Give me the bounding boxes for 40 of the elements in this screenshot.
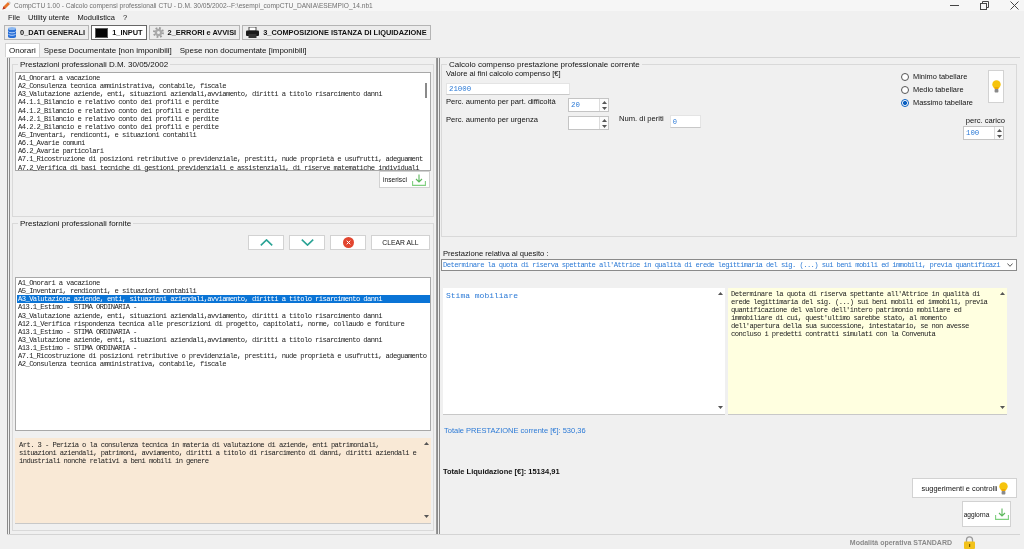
gear-icon [152,27,164,38]
service-text: Stima mobiliare [445,290,518,302]
tab[interactable]: Spese non documentate [imponibili] [175,43,311,57]
radio-button[interactable] [901,99,909,107]
group-title: Calcolo compenso prestazione professionale corrente [448,60,641,69]
download-icon [411,173,426,186]
download-icon [995,508,1010,520]
chevron-up-icon [259,239,273,246]
group-title: Prestazioni professionali D.M. 30/05/2002 [19,60,170,69]
chevron-down-icon [300,239,314,246]
radio-button[interactable] [901,86,909,94]
printer-icon [246,27,260,38]
lock-icon [964,535,975,549]
delete-icon [342,237,354,248]
pen-icon [2,1,11,10]
restore-icon[interactable] [980,1,989,10]
arrow-down-icon[interactable] [423,515,429,518]
tab[interactable]: Spese Documentate [non imponibili] [39,43,176,57]
caret-down-icon [1007,263,1013,267]
list-box[interactable] [15,277,431,431]
lightbulb-icon [991,80,1001,93]
move-down-button[interactable] [289,235,325,250]
arrow-up-icon[interactable] [999,292,1005,295]
arrow-up-icon[interactable] [423,442,429,445]
radio-button[interactable] [901,73,909,81]
close-icon[interactable] [1010,1,1019,10]
delete-button[interactable] [330,235,366,250]
tab[interactable]: Onorari [5,43,40,57]
lightbulb-icon [998,481,1008,495]
text-area[interactable] [728,288,1007,415]
group-title: Prestazioni professionali fornite [19,219,133,228]
database-icon [8,27,16,38]
arrow-down-icon[interactable] [999,406,1005,409]
scrollbar-thumb[interactable] [424,83,427,98]
arrow-up-icon[interactable] [717,292,723,295]
move-up-button[interactable] [248,235,284,250]
list-box[interactable] [15,72,431,171]
arrow-down-icon[interactable] [717,406,723,409]
text-area[interactable]: Stima mobiliare [443,288,725,415]
monitor-icon [95,27,109,38]
